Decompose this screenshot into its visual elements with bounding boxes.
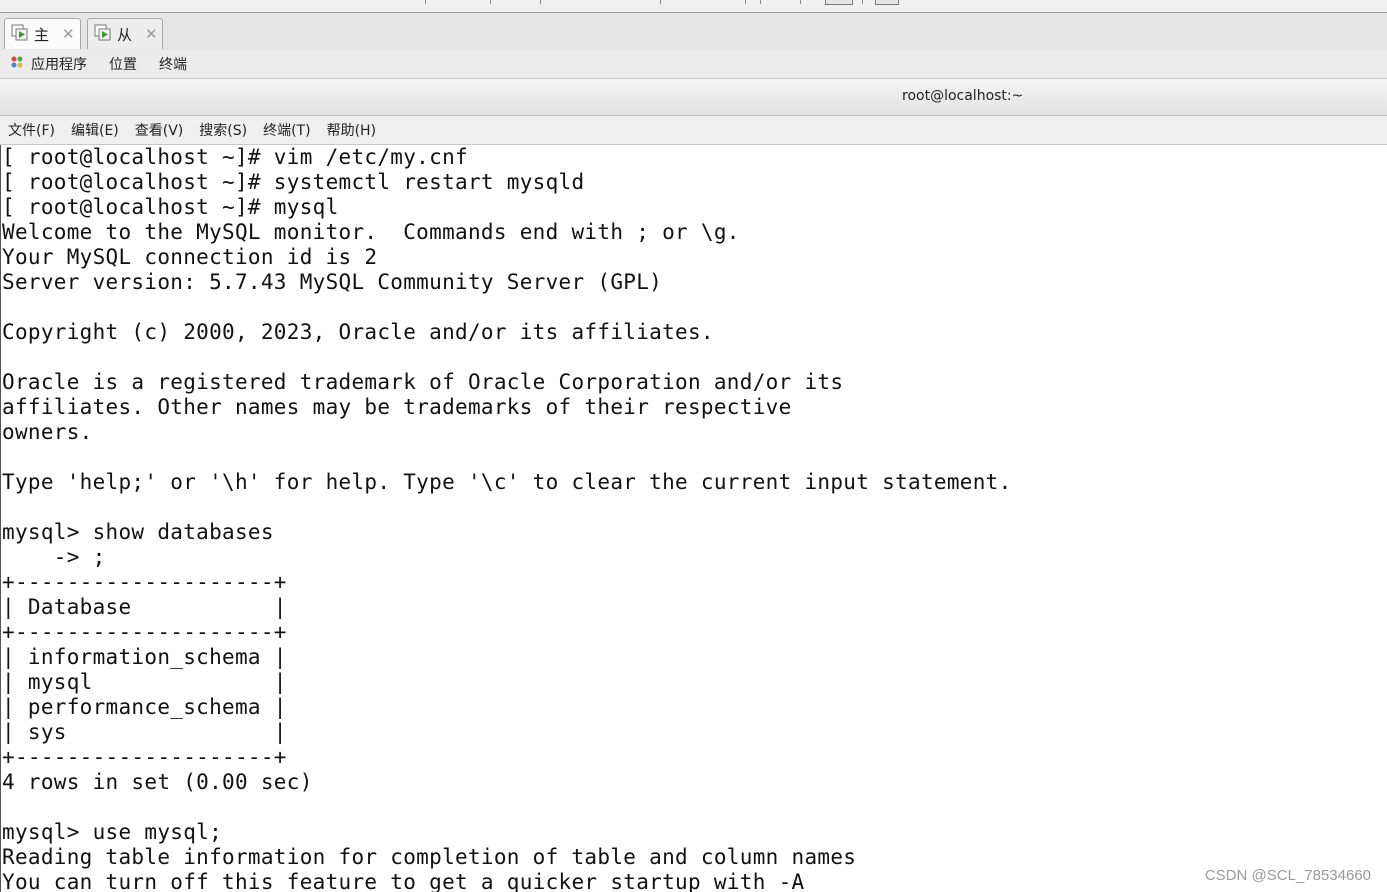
menu-help[interactable]: 帮助(H) [327, 120, 376, 140]
terminal-line: | mysql | [2, 670, 287, 694]
vm-icon [94, 23, 112, 45]
terminal-line: Reading table information for completion… [2, 845, 857, 869]
top-toolbar-button[interactable] [875, 0, 899, 5]
tab-label: 从 [117, 25, 133, 44]
terminal-line: Type 'help;' or '\h' for help. Type '\c'… [2, 470, 1012, 494]
terminal-line: [ root@localhost ~]# vim /etc/my.cnf [2, 145, 468, 169]
terminal-line: Your MySQL connection id is 2 [2, 245, 378, 269]
terminal-line: [ root@localhost ~]# systemctl restart m… [2, 170, 585, 194]
close-icon[interactable]: ✕ [62, 25, 75, 43]
watermark: CSDN @SCL_78534660 [1204, 867, 1371, 884]
terminal-line: Oracle is a registered trademark of Orac… [2, 370, 844, 394]
top-separator [490, 0, 491, 4]
tab-label: 主 [34, 25, 50, 44]
terminal-line: +--------------------+ [2, 745, 287, 769]
terminal-menu-bar: 文件(F) 编辑(E) 查看(V) 搜索(S) 终端(T) 帮助(H) [0, 116, 1387, 145]
menu-terminal-menu[interactable]: 终端(T) [263, 120, 310, 140]
terminal-line: +--------------------+ [2, 620, 287, 644]
terminal-line: | Database | [2, 595, 287, 619]
terminal-line: mysql> show databases [2, 520, 274, 544]
terminal-line: Copyright (c) 2000, 2023, Oracle and/or … [2, 320, 714, 344]
terminal-line: affiliates. Other names may be trademark… [2, 395, 792, 419]
menu-view[interactable]: 查看(V) [135, 120, 184, 140]
window-title: root@localhost:~ [902, 88, 1024, 104]
top-toolbar-button[interactable] [825, 0, 853, 5]
terminal-line: | sys | [2, 720, 287, 744]
terminal-line: 4 rows in set (0.00 sec) [2, 770, 313, 794]
terminal-line: Welcome to the MySQL monitor. Commands e… [2, 220, 740, 244]
terminal-line: +--------------------+ [2, 570, 287, 594]
terminal-line: | performance_schema | [2, 695, 287, 719]
terminal-line: mysql> use mysql; [2, 820, 223, 844]
terminal-output[interactable]: [ root@localhost ~]# vim /etc/my.cnf [ r… [2, 145, 1387, 892]
top-separator [862, 0, 863, 4]
top-separator [425, 0, 426, 4]
terminal-line: -> ; [2, 545, 106, 569]
terminal-line: | information_schema | [2, 645, 287, 669]
menu-edit[interactable]: 编辑(E) [71, 120, 119, 140]
desktop-menu-bar: 应用程序 位置 终端 [0, 50, 1387, 79]
top-separator [660, 0, 661, 4]
terminal-line: [ root@localhost ~]# mysql [2, 195, 339, 219]
terminal-line: You can turn off this feature to get a q… [2, 870, 805, 892]
close-icon[interactable]: ✕ [145, 25, 158, 43]
menu-applications[interactable]: 应用程序 [31, 54, 87, 74]
gnome-foot-icon [9, 54, 25, 74]
window-titlebar[interactable]: root@localhost:~ [0, 79, 1387, 116]
top-strip [0, 0, 1387, 13]
top-separator [745, 0, 746, 4]
tab-main[interactable]: 主 ✕ [4, 18, 81, 49]
top-separator [540, 0, 541, 4]
window-border [0, 145, 1, 892]
menu-file[interactable]: 文件(F) [8, 120, 55, 140]
menu-search[interactable]: 搜索(S) [199, 120, 247, 140]
vm-tab-bar: 主 ✕ 从 ✕ [0, 13, 1387, 50]
top-separator [760, 0, 761, 4]
menu-terminal[interactable]: 终端 [159, 54, 187, 74]
tab-secondary[interactable]: 从 ✕ [87, 18, 163, 49]
menu-places[interactable]: 位置 [109, 54, 137, 74]
terminal-line: owners. [2, 420, 93, 444]
vm-icon [11, 23, 29, 45]
top-separator [800, 0, 801, 4]
terminal-line: Server version: 5.7.43 MySQL Community S… [2, 270, 663, 294]
